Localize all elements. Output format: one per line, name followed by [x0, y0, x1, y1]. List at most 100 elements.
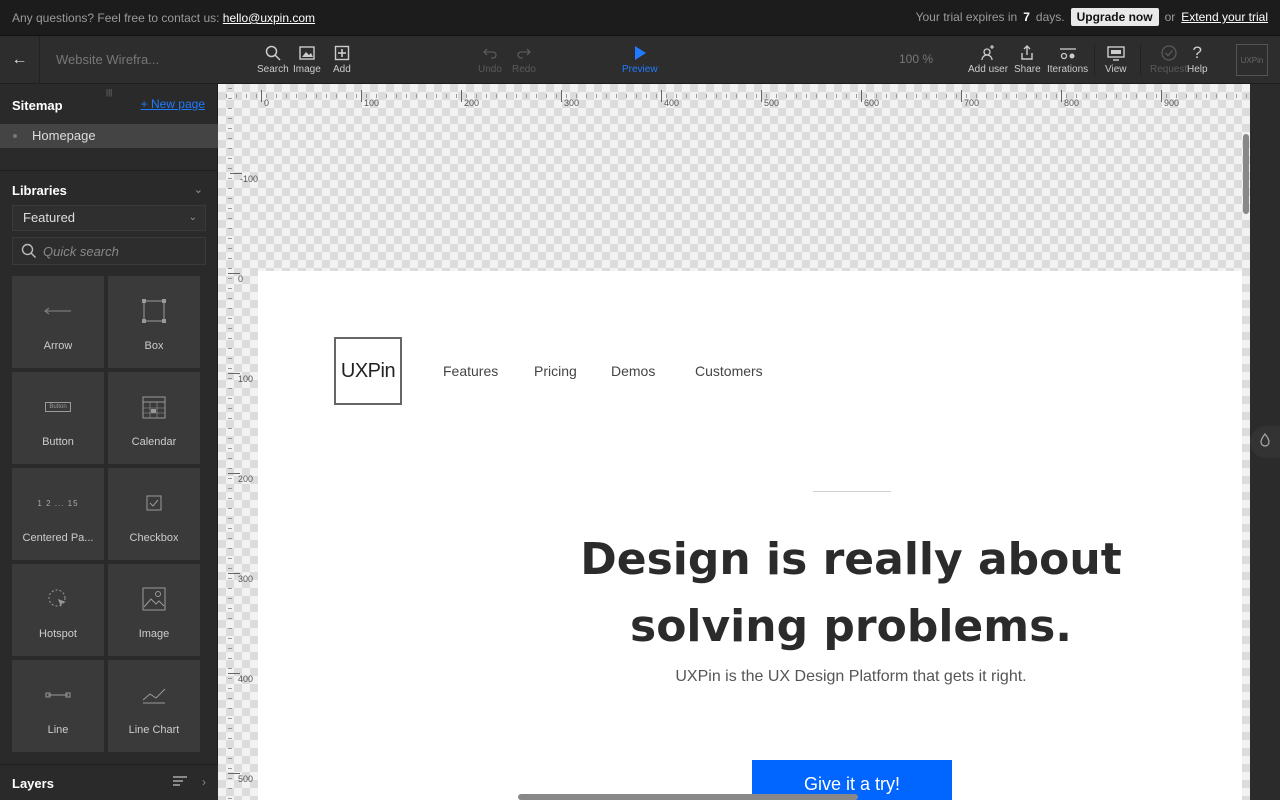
ruler-tick: 700 — [960, 90, 980, 108]
library-tile-button[interactable]: Button Button — [12, 372, 104, 464]
headline-line-2: solving problems. — [630, 601, 1072, 652]
preview-label: Preview — [622, 64, 658, 75]
add-button[interactable]: Add — [333, 44, 351, 75]
vertical-ruler: -100 0 100 200 300 400 500 — [222, 84, 259, 800]
toolbar-divider — [1094, 44, 1095, 76]
iterations-icon — [1059, 44, 1077, 62]
help-button[interactable]: ? Help — [1187, 43, 1208, 75]
view-monitor-icon — [1107, 44, 1125, 62]
contact-notice: Any questions? Feel free to contact us: … — [12, 11, 315, 25]
library-tile-calendar[interactable]: Calendar — [108, 372, 200, 464]
library-tile-box[interactable]: Box — [108, 276, 200, 368]
library-tile-line-chart[interactable]: Line Chart — [108, 660, 200, 752]
tile-label: Line — [47, 724, 69, 736]
editor-toolbar: ← Website Wirefra... Search Image Add Un… — [0, 36, 1280, 84]
arrow-icon — [43, 276, 73, 334]
library-tile-centered-pagination[interactable]: 1 2 ... 15 Centered Pa... — [12, 468, 104, 560]
redo-button[interactable]: Redo — [512, 44, 536, 75]
sitemap-title: Sitemap — [12, 98, 63, 113]
chevron-right-icon[interactable]: › — [202, 775, 206, 789]
pagination-icon: 1 2 ... 15 — [37, 468, 78, 526]
view-button[interactable]: View — [1105, 44, 1127, 75]
ruler-tick: 400 — [227, 673, 254, 684]
search-icon — [21, 243, 37, 264]
back-button[interactable]: ← — [0, 36, 40, 84]
page-bullet-icon — [13, 134, 17, 138]
design-canvas[interactable]: 0 100 200 300 400 500 600 700 800 900 -1… — [218, 84, 1250, 800]
trial-status: Your trial expires in 7 days. Upgrade no… — [916, 8, 1268, 26]
library-tile-image[interactable]: Image — [108, 564, 200, 656]
preview-button[interactable]: Preview — [622, 44, 658, 75]
hero-headline[interactable]: Design is really about solving problems. — [558, 526, 1144, 660]
account-brand-logo[interactable]: UXPin — [1236, 44, 1268, 76]
image-label: Image — [293, 64, 321, 75]
quick-search-box[interactable] — [12, 237, 206, 265]
help-question-icon: ? — [1192, 43, 1203, 62]
library-tile-checkbox[interactable]: Checkbox — [108, 468, 200, 560]
nav-link-features[interactable]: Features — [443, 363, 498, 379]
request-approval-button[interactable]: Request — [1150, 44, 1187, 75]
sidebar-divider — [0, 170, 218, 171]
image-button[interactable]: Image — [293, 44, 321, 75]
undo-button[interactable]: Undo — [478, 44, 502, 75]
canvas-horizontal-scrollbar[interactable] — [518, 794, 858, 800]
page-label: Homepage — [32, 128, 96, 143]
line-icon — [45, 660, 71, 718]
left-sidebar: ||| Sitemap + New page Homepage Librarie… — [0, 84, 218, 800]
color-drop-button[interactable] — [1250, 426, 1280, 458]
iterations-button[interactable]: Iterations — [1047, 44, 1088, 75]
canvas-vertical-scrollbar[interactable] — [1243, 134, 1249, 214]
nav-link-demos[interactable]: Demos — [611, 363, 655, 379]
ruler-tick: 100 — [227, 373, 254, 384]
quick-search-input[interactable] — [43, 242, 198, 260]
library-tile-arrow[interactable]: Arrow — [12, 276, 104, 368]
redo-label: Redo — [512, 64, 536, 75]
hero-subheadline[interactable]: UXPin is the UX Design Platform that get… — [558, 668, 1144, 686]
layers-panel-header[interactable]: Layers › — [0, 764, 218, 800]
trial-days: 7 — [1023, 10, 1030, 24]
ruler-tick: 200 — [460, 90, 480, 108]
upgrade-now-button[interactable]: Upgrade now — [1070, 8, 1159, 26]
image-icon — [142, 564, 166, 622]
help-label: Help — [1187, 64, 1208, 75]
search-button[interactable]: Search — [257, 44, 289, 75]
contact-email-link[interactable]: hello@uxpin.com — [223, 11, 315, 25]
trial-notice-bar: Any questions? Feel free to contact us: … — [0, 0, 1280, 36]
extend-trial-link[interactable]: Extend your trial — [1181, 10, 1268, 24]
layers-list-icon[interactable] — [172, 775, 188, 794]
ruler-tick: 800 — [1060, 90, 1080, 108]
share-button[interactable]: Share — [1014, 44, 1041, 75]
add-user-icon — [980, 44, 996, 62]
nav-link-pricing[interactable]: Pricing — [534, 363, 577, 379]
library-selected-value: Featured — [23, 210, 76, 225]
contact-text: Any questions? Feel free to contact us: — [12, 11, 220, 25]
library-tile-line[interactable]: Line — [12, 660, 104, 752]
zoom-level[interactable]: 100 % — [899, 52, 933, 66]
uxpin-logo-box[interactable]: UXPin — [334, 337, 402, 405]
libraries-title: Libraries — [12, 183, 67, 198]
nav-link-customers[interactable]: Customers — [695, 363, 763, 379]
play-icon — [633, 44, 647, 62]
add-user-button[interactable]: Add user — [968, 44, 1008, 75]
headline-line-1: Design is really about — [580, 534, 1122, 585]
tile-label: Arrow — [43, 340, 73, 352]
ruler-tick: -100 — [229, 173, 259, 184]
ruler-tick: 400 — [660, 90, 680, 108]
tile-label: Line Chart — [128, 724, 180, 736]
iterations-label: Iterations — [1047, 64, 1089, 75]
project-name-field[interactable]: Website Wirefra... — [56, 52, 159, 67]
new-page-link[interactable]: + New page — [141, 97, 205, 111]
library-tile-hotspot[interactable]: Hotspot — [12, 564, 104, 656]
tile-label: Centered Pa... — [22, 532, 94, 544]
ruler-tick: 100 — [360, 90, 380, 108]
sitemap-page-homepage[interactable]: Homepage — [0, 124, 218, 148]
resize-grip-icon[interactable]: ||| — [106, 88, 112, 97]
artboard-homepage[interactable]: UXPin Features Pricing Demos Customers D… — [258, 271, 1242, 800]
box-icon — [141, 276, 167, 334]
chevron-down-icon[interactable]: ⌄ — [194, 183, 203, 196]
add-label: Add — [333, 64, 351, 75]
view-label: View — [1105, 64, 1127, 75]
chevron-down-icon: ⌄ — [188, 212, 197, 223]
library-select[interactable]: Featured ⌄ — [12, 205, 206, 231]
hotspot-icon — [47, 564, 69, 622]
